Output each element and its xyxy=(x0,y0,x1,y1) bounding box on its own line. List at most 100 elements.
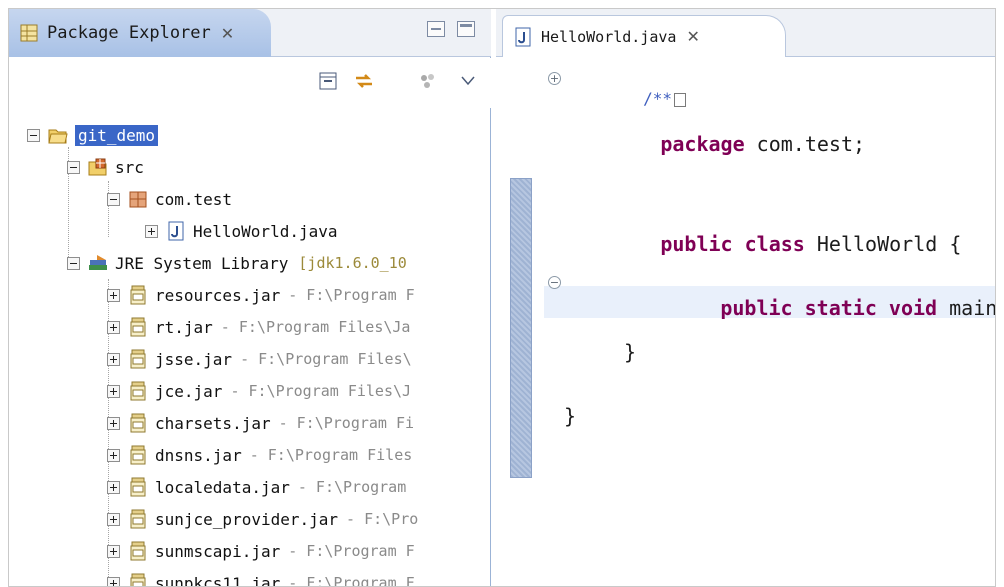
jar-icon xyxy=(130,573,146,586)
expand-icon[interactable] xyxy=(107,448,120,462)
method-declaration: main(S xyxy=(949,296,995,320)
tree-item-jar[interactable]: sunmscapi.jar - F:\Program F xyxy=(107,535,415,567)
collapse-icon[interactable] xyxy=(27,128,40,142)
collapse-icon[interactable] xyxy=(107,192,120,206)
package-name: com.test; xyxy=(744,132,866,156)
editor-tabbar: HelloWorld.java ✕ xyxy=(496,9,995,57)
expand-icon[interactable] xyxy=(107,384,120,398)
view-menu-icon[interactable] xyxy=(417,70,439,92)
close-icon[interactable]: ✕ xyxy=(686,27,699,46)
jar-icon xyxy=(130,477,146,497)
tree-item-jre-library[interactable]: JRE System Library [jdk1.6.0_10 xyxy=(67,247,407,279)
package-explorer-tab[interactable]: Package Explorer ✕ xyxy=(9,9,271,57)
expand-icon[interactable] xyxy=(107,288,120,302)
jar-icon xyxy=(130,317,146,337)
tree-item-label: charsets.jar xyxy=(155,413,271,433)
jar-icon xyxy=(130,541,146,561)
chevron-down-icon[interactable] xyxy=(457,70,479,92)
editor-tab-helloworld[interactable]: HelloWorld.java ✕ xyxy=(502,15,786,57)
jar-icon xyxy=(130,413,146,433)
collapse-fold-icon[interactable]: − xyxy=(548,276,561,289)
editor-tab-title: HelloWorld.java xyxy=(541,27,677,46)
expand-icon[interactable] xyxy=(107,320,120,334)
tree-item-detail: - F:\Program F xyxy=(288,542,415,560)
tree-item-label: JRE System Library xyxy=(115,253,289,273)
expand-icon[interactable] xyxy=(107,512,120,526)
tree-item-label: src xyxy=(115,157,144,177)
comment-marker: /** xyxy=(643,89,672,108)
tree-item-jar[interactable]: sunpkcs11.jar - F:\Program F xyxy=(107,567,415,587)
expand-icon[interactable] xyxy=(107,544,120,558)
code-line-package: package com.test; xyxy=(564,108,865,180)
project-icon xyxy=(48,129,68,144)
tree-item-label: sunjce_provider.jar xyxy=(155,509,339,529)
jar-icon xyxy=(130,509,146,529)
expand-fold-icon[interactable]: + xyxy=(548,72,561,85)
tree-item-jar[interactable]: rt.jar - F:\Program Files\Ja xyxy=(107,311,410,343)
tree-item-jar[interactable]: jce.jar - F:\Program Files\J xyxy=(107,375,411,407)
package-explorer-toolbar xyxy=(9,58,491,108)
expand-icon[interactable] xyxy=(107,576,120,586)
tree-item-detail: - F:\Program F xyxy=(288,286,415,304)
tree-item-jar[interactable]: charsets.jar - F:\Program Fi xyxy=(107,407,414,439)
tree-item-com-test[interactable]: com.test xyxy=(107,183,232,215)
tree-item-label: sunpkcs11.jar xyxy=(155,573,281,587)
expand-icon[interactable] xyxy=(107,416,120,430)
tree-item-git-demo[interactable]: git_demo xyxy=(27,119,159,151)
jar-icon xyxy=(130,285,146,305)
tree-item-jar[interactable]: localedata.jar - F:\Program xyxy=(107,471,406,503)
overview-ruler[interactable] xyxy=(510,178,532,478)
package-explorer-tabbar: Package Explorer ✕ xyxy=(9,9,491,57)
jar-icon xyxy=(130,445,146,465)
maximize-button[interactable] xyxy=(457,21,475,37)
code-line-class: public class HelloWorld { xyxy=(564,208,961,280)
tree-item-label: localedata.jar xyxy=(155,477,290,497)
tree-item-helloworld-java[interactable]: HelloWorld.java xyxy=(145,215,338,247)
close-icon[interactable]: ✕ xyxy=(221,24,234,43)
tree-item-detail: - F:\Program xyxy=(297,478,407,496)
code-line-method: public static void main(S xyxy=(624,272,995,344)
tree-item-jar[interactable]: resources.jar - F:\Program F xyxy=(107,279,415,311)
tree-item-src[interactable]: src xyxy=(67,151,144,183)
tree-item-label: git_demo xyxy=(75,124,159,146)
tree-item-detail: - F:\Program Files xyxy=(249,446,413,464)
collapse-all-icon[interactable] xyxy=(317,70,339,92)
keyword: public static void xyxy=(720,296,938,320)
class-declaration: HelloWorld { xyxy=(804,232,962,256)
source-folder-icon xyxy=(88,158,107,176)
expand-icon[interactable] xyxy=(107,352,120,366)
package-explorer-view: Package Explorer ✕ git_demo src com.test… xyxy=(9,9,491,587)
jar-icon xyxy=(130,381,146,401)
tree-item-detail: - F:\Program Files\ xyxy=(240,350,412,368)
tree-item-label: resources.jar xyxy=(155,285,281,305)
link-with-editor-icon[interactable] xyxy=(353,70,375,92)
tree-item-label: jce.jar xyxy=(155,381,223,401)
tree-item-label: com.test xyxy=(155,189,233,209)
code-line-method-close: } xyxy=(624,340,637,364)
package-icon xyxy=(129,191,147,208)
keyword: package xyxy=(660,132,745,156)
code-line-class-close: } xyxy=(564,404,577,428)
folded-block-icon xyxy=(673,92,686,107)
expand-icon[interactable] xyxy=(145,224,158,238)
collapse-icon[interactable] xyxy=(67,160,80,174)
tree-item-jar[interactable]: dnsns.jar - F:\Program Files xyxy=(107,439,412,471)
expand-icon[interactable] xyxy=(107,480,120,494)
tree-item-detail: [jdk1.6.0_10 xyxy=(298,254,407,272)
minimize-button[interactable] xyxy=(427,21,445,37)
tree-item-label: HelloWorld.java xyxy=(193,221,338,241)
tree-item-jar[interactable]: sunjce_provider.jar - F:\Pro xyxy=(107,503,418,535)
package-explorer-title: Package Explorer xyxy=(47,23,211,43)
tree-item-detail: - F:\Program Fi xyxy=(278,414,415,432)
editor-gutter xyxy=(496,58,544,586)
tree-item-detail: - F:\Program F xyxy=(288,574,415,587)
tree-item-jar[interactable]: jsse.jar - F:\Program Files\ xyxy=(107,343,412,375)
package-tree: git_demo src com.test HelloWorld.java JR… xyxy=(9,111,489,587)
jar-icon xyxy=(130,349,146,369)
collapse-icon[interactable] xyxy=(67,256,80,270)
tree-item-label: jsse.jar xyxy=(155,349,233,369)
tree-item-label: rt.jar xyxy=(155,317,213,337)
code-area[interactable]: + /** package com.test; public class Hel… xyxy=(544,58,995,586)
ide-window: Package Explorer ✕ git_demo src com.test… xyxy=(8,8,996,587)
tree-item-label: sunmscapi.jar xyxy=(155,541,281,561)
